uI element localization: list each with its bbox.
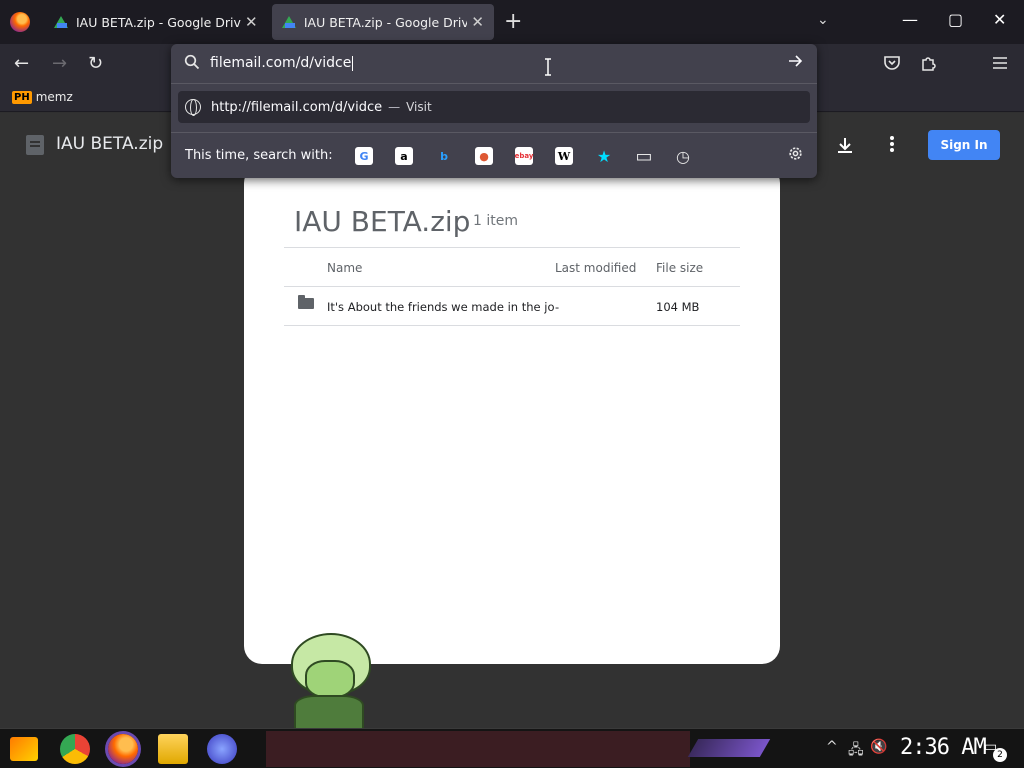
- sign-in-button[interactable]: Sign In: [928, 130, 1000, 160]
- amazon-icon[interactable]: a: [395, 147, 413, 165]
- app-menu-icon[interactable]: [991, 54, 1009, 72]
- google-drive-icon: [54, 16, 68, 28]
- card-title: IAU BETA.zip: [294, 205, 471, 238]
- column-header-last-modified[interactable]: Last modified: [555, 261, 636, 275]
- address-input[interactable]: filemail.com/d/vidce: [210, 55, 354, 71]
- bing-icon[interactable]: b: [435, 147, 453, 165]
- bookmark-memz[interactable]: PH memz: [12, 90, 73, 104]
- tab-title: IAU BETA.zip - Google Drive: [303, 14, 468, 30]
- file-icon: [26, 135, 44, 155]
- tabs-icon[interactable]: ▭: [635, 146, 653, 167]
- back-button[interactable]: ←: [14, 53, 29, 74]
- divider: [284, 325, 740, 326]
- item-count: 1 item: [473, 213, 518, 229]
- drive-page: IAU BETA.zip Sign In IAU BETA.zip 1 item…: [0, 113, 1024, 728]
- network-icon[interactable]: 🖧: [848, 739, 864, 763]
- tab-close-icon[interactable]: ✕: [471, 13, 484, 31]
- reload-button[interactable]: ↻: [88, 53, 103, 74]
- address-bar[interactable]: filemail.com/d/vidce: [171, 44, 817, 84]
- row-last-modified: -: [555, 300, 560, 314]
- notification-count-badge: 2: [993, 748, 1007, 762]
- chrome-taskbar-icon[interactable]: [60, 734, 90, 764]
- globe-icon: [185, 99, 201, 116]
- more-options-icon[interactable]: [887, 135, 897, 153]
- new-tab-button[interactable]: +: [504, 9, 522, 34]
- maximize-button[interactable]: ▢: [948, 10, 963, 29]
- system-clock[interactable]: 2:36 AM: [900, 735, 987, 760]
- peridot-character-face: [305, 660, 355, 698]
- text-caret: [352, 55, 354, 71]
- page-title: IAU BETA.zip: [56, 134, 164, 154]
- minimize-button[interactable]: —: [902, 10, 918, 29]
- folder-icon: [298, 295, 314, 309]
- tab-google-drive-2-active[interactable]: IAU BETA.zip - Google Drive ✕: [272, 4, 494, 40]
- wikipedia-icon[interactable]: W: [555, 147, 573, 165]
- start-button[interactable]: [10, 737, 38, 761]
- one-off-search-row: This time, search with: G a b ● ebay W ★…: [171, 132, 817, 178]
- suggestion-url: http://filemail.com/d/vidce: [211, 99, 383, 115]
- divider: [284, 247, 740, 248]
- bookmark-label: memz: [35, 90, 73, 104]
- download-icon[interactable]: [836, 136, 854, 154]
- close-window-button[interactable]: ✕: [993, 10, 1006, 29]
- forward-button[interactable]: →: [52, 53, 67, 74]
- suggestion-separator: —: [388, 100, 401, 114]
- taskbar: ^ 🖧 🔇 2:36 AM ▭ 2: [0, 728, 1024, 768]
- mouse-ibeam-cursor-icon: [545, 58, 551, 76]
- volume-muted-icon[interactable]: 🔇: [870, 739, 887, 755]
- history-icon[interactable]: ◷: [674, 147, 692, 166]
- firefox-taskbar-icon[interactable]: [108, 734, 138, 764]
- column-header-file-size[interactable]: File size: [656, 261, 703, 275]
- search-icon: [184, 54, 200, 70]
- ebay-icon[interactable]: ebay: [515, 147, 533, 165]
- address-bar-dropdown: filemail.com/d/vidce http://filemail.com…: [171, 44, 817, 178]
- divider: [284, 286, 740, 287]
- pocket-icon[interactable]: [883, 54, 901, 72]
- peridot-character-body: [294, 695, 364, 730]
- bookmark-favicon: PH: [12, 90, 32, 104]
- bookmarks-star-icon[interactable]: ★: [595, 147, 613, 166]
- row-file-size: 104 MB: [656, 300, 700, 314]
- google-icon[interactable]: G: [355, 147, 373, 165]
- list-all-tabs-icon[interactable]: ⌄: [817, 12, 829, 28]
- file-explorer-taskbar-icon[interactable]: [158, 734, 188, 764]
- firefox-menu-icon[interactable]: [10, 12, 30, 32]
- taskbar-decoration: [687, 739, 771, 757]
- search-with-label: This time, search with:: [185, 148, 333, 163]
- suggestion-visit-row[interactable]: http://filemail.com/d/vidce — Visit: [178, 91, 810, 123]
- tab-close-icon[interactable]: ✕: [245, 13, 258, 31]
- extensions-icon[interactable]: [920, 54, 938, 72]
- suggestion-action: Visit: [406, 100, 432, 114]
- go-arrow-icon[interactable]: [787, 53, 803, 69]
- row-name: It's About the friends we made in the jo…: [327, 300, 555, 314]
- address-input-value: filemail.com/d/vidce: [210, 55, 352, 71]
- column-header-name[interactable]: Name: [327, 261, 362, 275]
- app-globe-taskbar-icon[interactable]: [207, 734, 237, 764]
- google-drive-icon: [282, 16, 296, 28]
- tab-google-drive-1[interactable]: IAU BETA.zip - Google Drive ✕: [44, 4, 268, 40]
- duckduckgo-icon[interactable]: ●: [475, 147, 493, 165]
- taskbar-window-area: [266, 731, 690, 767]
- show-hidden-icons-chevron[interactable]: ^: [826, 739, 838, 755]
- zip-contents-card: IAU BETA.zip 1 item Name Last modified F…: [244, 165, 780, 664]
- tab-title: IAU BETA.zip - Google Drive: [76, 14, 241, 30]
- search-settings-gear-icon[interactable]: [787, 145, 804, 162]
- tab-strip: IAU BETA.zip - Google Drive ✕ IAU BETA.z…: [0, 0, 1024, 44]
